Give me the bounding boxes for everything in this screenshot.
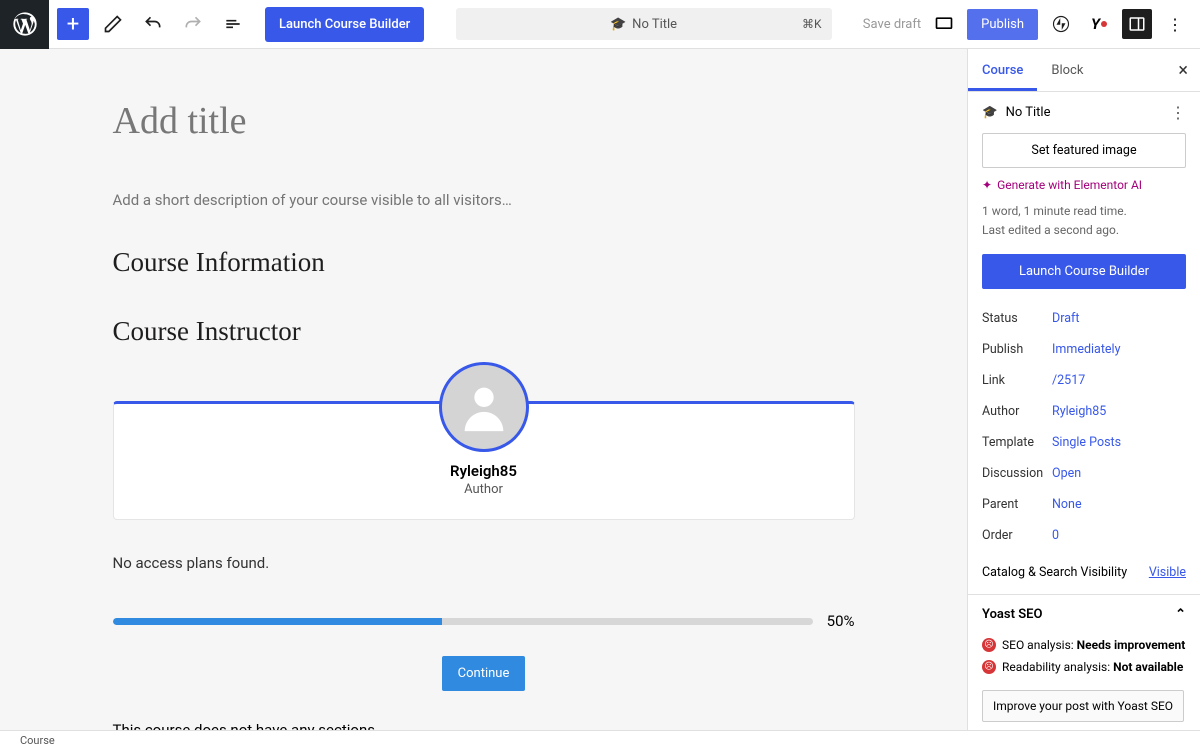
person-icon [455,378,513,436]
edit-mode-button[interactable] [97,8,129,40]
graduation-cap-icon: 🎓 [610,17,626,32]
link-row[interactable]: Link/2517 [968,365,1200,396]
document-outline-button[interactable] [217,8,249,40]
course-instructor-heading: Course Instructor [113,316,855,347]
breadcrumb[interactable]: Course [20,734,55,747]
catalog-value: Visible [1149,565,1186,580]
continue-button[interactable]: Continue [442,656,526,691]
add-block-button[interactable]: + [57,8,89,40]
instructor-name: Ryleigh85 [114,462,854,480]
sidebar-doc-title-row: 🎓 No Title ⋮ [968,92,1200,133]
discussion-row[interactable]: DiscussionOpen [968,458,1200,489]
preview-button[interactable] [929,9,959,39]
seo-analysis-row[interactable]: ☹ SEO analysis: Needs improvement [968,634,1200,656]
sad-face-icon: ☹ [982,638,996,652]
command-shortcut: ⌘K [802,17,822,31]
progress-bar [113,618,813,625]
doc-actions-menu[interactable]: ⋮ [1170,103,1186,122]
parent-row[interactable]: ParentNone [968,489,1200,520]
course-description-input[interactable]: Add a short description of your course v… [113,191,855,209]
improve-with-yoast-button[interactable]: Improve your post with Yoast SEO [982,690,1184,722]
readability-analysis-row[interactable]: ☹ Readability analysis: Not available [968,656,1200,678]
graduation-cap-icon: 🎓 [982,105,998,120]
chevron-up-icon: ⌃ [1175,607,1186,622]
course-information-heading: Course Information [113,247,855,278]
close-sidebar-button[interactable]: × [1166,49,1200,91]
sidebar-tabs: Course Block × [968,49,1200,92]
generate-elementor-ai-link[interactable]: ✦ Generate with Elementor AI [968,178,1200,202]
jetpack-icon[interactable] [1046,9,1076,39]
instructor-role: Author [114,482,854,497]
yoast-heading: Yoast SEO [982,607,1042,622]
sidebar-launch-course-builder-button[interactable]: Launch Course Builder [982,254,1186,289]
template-row[interactable]: TemplateSingle Posts [968,427,1200,458]
sparkle-icon: ✦ [982,178,992,192]
ai-link-label: Generate with Elementor AI [997,178,1142,192]
settings-sidebar-toggle[interactable] [1122,9,1152,39]
save-draft-link[interactable]: Save draft [863,17,921,32]
read-time-text: 1 word, 1 minute read time. [968,202,1200,221]
sidebar-doc-title: No Title [1006,105,1051,120]
publish-button[interactable]: Publish [967,9,1038,40]
instructor-avatar [439,362,529,452]
wordpress-icon [11,10,39,38]
breadcrumb-footer: Course [0,730,1200,750]
redo-button[interactable] [177,8,209,40]
yoast-panel-toggle[interactable]: Yoast SEO ⌃ [968,594,1200,634]
tab-course[interactable]: Course [968,49,1037,91]
settings-sidebar: Course Block × 🎓 No Title ⋮ Set featured… [967,49,1200,730]
tab-block[interactable]: Block [1037,49,1097,91]
no-sections-text: This course does not have any sections. [113,721,855,730]
yoast-icon[interactable]: Y [1084,9,1114,39]
progress-row: 50% [113,612,855,630]
progress-fill [113,618,442,625]
order-row[interactable]: Order0 [968,520,1200,551]
set-featured-image-button[interactable]: Set featured image [982,133,1186,168]
top-toolbar: + Launch Course Builder 🎓 No Title ⌘K Sa… [0,0,1200,49]
sad-face-icon: ☹ [982,660,996,674]
publish-row[interactable]: PublishImmediately [968,334,1200,365]
last-edited-text: Last edited a second ago. [968,221,1200,240]
instructor-card: Ryleigh85 Author [113,401,855,520]
document-title-command[interactable]: 🎓 No Title ⌘K [456,8,832,40]
course-title-input[interactable]: Add title [113,99,855,143]
progress-percent: 50% [827,612,855,630]
catalog-label: Catalog & Search Visibility [982,565,1127,580]
wordpress-logo[interactable] [0,0,49,49]
document-title-text: No Title [632,17,677,32]
editor-canvas: Add title Add a short description of you… [0,49,967,730]
status-row[interactable]: StatusDraft [968,303,1200,334]
no-access-plans-text: No access plans found. [113,554,855,572]
options-menu-button[interactable]: ⋮ [1160,9,1190,39]
launch-course-builder-button[interactable]: Launch Course Builder [265,7,424,42]
catalog-visibility-row[interactable]: Catalog & Search Visibility Visible [968,551,1200,594]
author-row[interactable]: AuthorRyleigh85 [968,396,1200,427]
undo-button[interactable] [137,8,169,40]
